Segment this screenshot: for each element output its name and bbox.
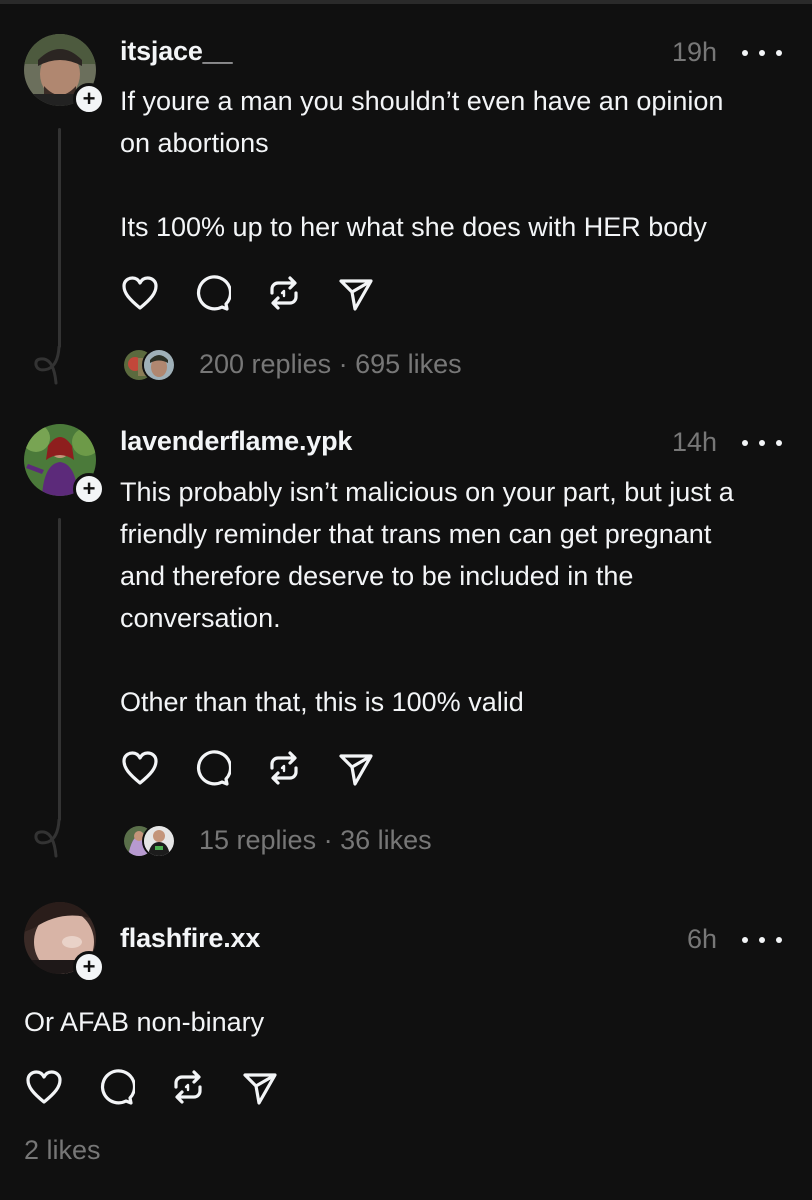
thread-line — [58, 128, 61, 348]
thread-curl-icon — [34, 818, 61, 858]
send-icon[interactable] — [240, 1067, 280, 1107]
follow-plus-icon[interactable]: + — [73, 83, 105, 115]
replier-avatars[interactable] — [122, 824, 182, 858]
more-icon[interactable] — [742, 43, 782, 63]
post-text: This probably isn’t malicious on your pa… — [120, 477, 734, 717]
follow-plus-icon[interactable]: + — [73, 951, 105, 983]
more-icon[interactable] — [742, 930, 782, 950]
comment-icon[interactable] — [192, 748, 232, 788]
post-stats[interactable]: 15 replies · 36 likes — [199, 825, 432, 856]
post-actions — [120, 748, 408, 788]
replier-avatars[interactable] — [122, 348, 182, 382]
post-username[interactable]: flashfire.xx — [120, 923, 260, 954]
avatar — [142, 824, 176, 858]
comment-icon[interactable] — [192, 273, 232, 313]
comment-icon[interactable] — [96, 1067, 136, 1107]
avatar — [142, 348, 176, 382]
thread-line — [58, 518, 61, 821]
thread-curl-icon — [34, 345, 61, 385]
top-divider — [0, 0, 812, 4]
post-stats[interactable]: 2 likes — [24, 1135, 101, 1166]
post-text: If youre a man you shouldn’t even have a… — [120, 86, 724, 242]
heart-icon[interactable] — [24, 1067, 64, 1107]
send-icon[interactable] — [336, 748, 376, 788]
post-text: Or AFAB non-binary — [24, 1007, 265, 1037]
post-actions — [120, 273, 408, 313]
repost-icon[interactable] — [264, 273, 304, 313]
post-timestamp: 14h — [671, 427, 717, 457]
post-username[interactable]: itsjace__ — [120, 36, 232, 67]
post-username[interactable]: lavenderflame.ypk — [120, 426, 352, 457]
more-icon[interactable] — [742, 433, 782, 453]
follow-plus-icon[interactable]: + — [73, 473, 105, 505]
heart-icon[interactable] — [120, 748, 160, 788]
post-stats[interactable]: 200 replies · 695 likes — [199, 349, 462, 380]
repost-icon[interactable] — [168, 1067, 208, 1107]
send-icon[interactable] — [336, 273, 376, 313]
heart-icon[interactable] — [120, 273, 160, 313]
post-timestamp: 6h — [686, 924, 717, 954]
post-timestamp: 19h — [671, 37, 717, 67]
repost-icon[interactable] — [264, 748, 304, 788]
post-actions — [24, 1067, 312, 1107]
